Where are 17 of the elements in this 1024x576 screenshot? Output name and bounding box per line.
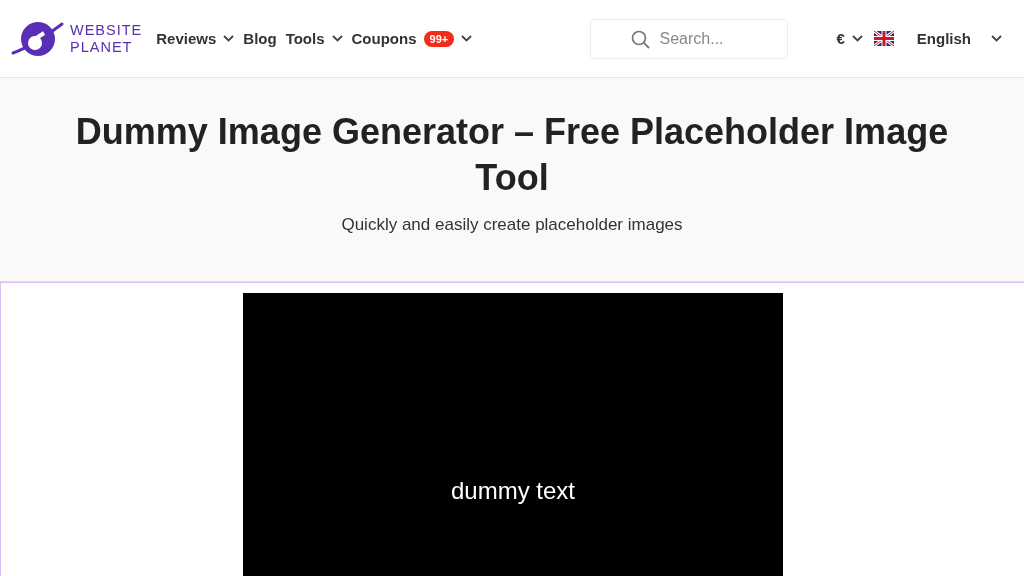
page-subtitle: Quickly and easily create placeholder images	[340, 215, 684, 235]
chevron-down-icon	[851, 35, 863, 42]
nav-link[interactable]: Blog	[243, 30, 277, 47]
logo-text[interactable]: PLANET	[70, 38, 143, 56]
page-title: Dummy Image Generator – Free Placeholder Image Tool	[74, 110, 950, 200]
search-icon	[631, 29, 651, 49]
search-field[interactable]: Search...	[590, 18, 789, 59]
nav-link[interactable]: Reviews	[156, 30, 235, 47]
chevron-down-icon	[991, 35, 1002, 42]
image-text: dummy text	[451, 477, 575, 505]
uk-flag-icon	[873, 31, 894, 46]
language-selector[interactable]: English	[916, 30, 1002, 47]
currency-selector[interactable]: €	[836, 30, 863, 47]
nav-link[interactable]: Coupons 99+	[351, 30, 473, 47]
count-badge: 99+	[423, 30, 455, 47]
nav-link[interactable]: Tools	[285, 30, 343, 47]
logo-text[interactable]: WEBSITE	[70, 21, 143, 39]
